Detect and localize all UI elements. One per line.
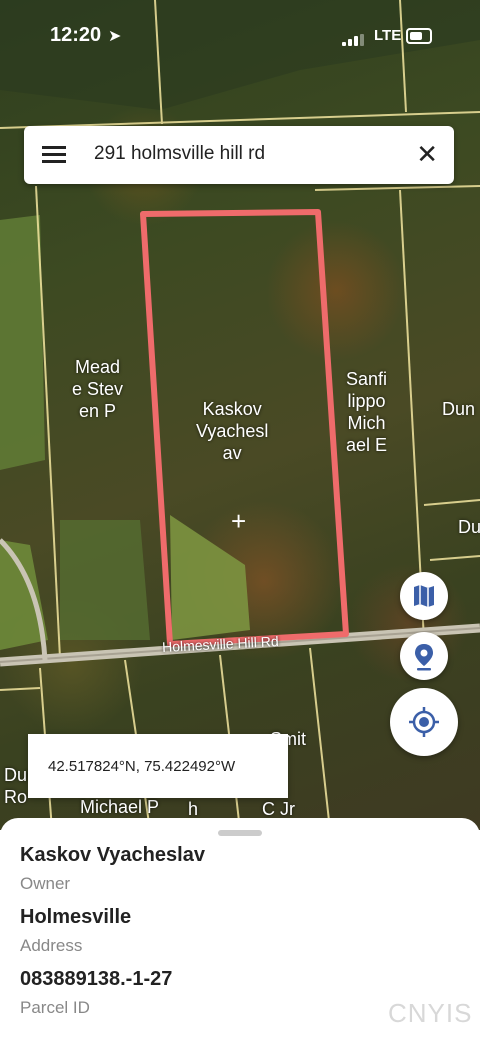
- sheet-drag-handle[interactable]: [218, 830, 262, 836]
- center-crosshair-icon: +: [231, 506, 247, 536]
- coordinates-text: 42.517824°N, 75.422492°W: [48, 758, 236, 775]
- address-label: Address: [20, 936, 83, 955]
- parcel-details-sheet[interactable]: Kaskov Vyacheslav Owner Holmesville Addr…: [0, 818, 480, 1040]
- map-layers-button[interactable]: [400, 572, 448, 620]
- location-pin-button[interactable]: [400, 632, 448, 680]
- battery-icon: [406, 28, 432, 44]
- parcel-label-meade: Mead e Stev en P: [72, 357, 124, 421]
- watermark: CNYIS: [388, 998, 473, 1028]
- status-bar: 12:20 ➤ LTE: [0, 22, 480, 50]
- search-input[interactable]: 291 holmsville hill rd: [94, 143, 265, 165]
- coordinates-box: 42.517824°N, 75.422492°W: [28, 734, 288, 798]
- parcel-label-sanfilippo: Sanfi lippo Mich ael E: [346, 369, 388, 455]
- parcel-label-h: h: [188, 799, 199, 819]
- location-arrow-icon: ➤: [108, 28, 122, 45]
- hamburger-menu-icon[interactable]: [42, 146, 66, 164]
- network-type: LTE: [374, 27, 402, 44]
- parcel-id-value: 083889138.-1-27: [20, 968, 173, 990]
- map-icon: [414, 585, 434, 607]
- location-pin-icon: [415, 644, 433, 671]
- parcel-label-michael-p: Michael P: [80, 797, 160, 817]
- signal-icon: [342, 34, 366, 46]
- parcel-label-du-right: Du: [458, 517, 480, 537]
- owner-value: Kaskov Vyacheslav: [20, 844, 205, 866]
- status-time: 12:20: [50, 24, 102, 46]
- owner-label: Owner: [20, 874, 71, 893]
- close-icon[interactable]: ✕: [416, 140, 438, 168]
- address-value: Holmesville: [20, 906, 132, 928]
- parcel-label-dun-right: Dun: [442, 399, 476, 419]
- parcel-label-kaskov: Kaskov Vyachesl av: [196, 399, 269, 463]
- parcel-id-label: Parcel ID: [20, 998, 90, 1017]
- search-bar[interactable]: 291 holmsville hill rd ✕: [24, 126, 454, 184]
- gps-crosshair-icon: [409, 707, 439, 737]
- my-location-button[interactable]: [390, 688, 458, 756]
